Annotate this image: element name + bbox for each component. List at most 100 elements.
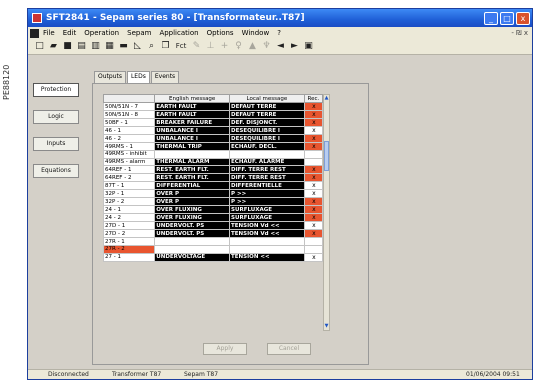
menu-application[interactable]: Application	[159, 29, 198, 37]
rec-checkbox-cell[interactable]: x	[303, 181, 324, 191]
english-message-cell[interactable]: DIFFERENTIAL	[154, 181, 231, 191]
local-message-cell[interactable]: SURFLUXAGE	[229, 205, 305, 215]
english-message-cell[interactable]	[154, 245, 231, 254]
table-row[interactable]: 64REF - 1 REST. EARTH FLT. DIFF. TERRE RES…	[102, 165, 324, 175]
rec-checkbox-cell[interactable]: x	[303, 118, 324, 127]
english-message-cell[interactable]: EARTH FAULT	[154, 110, 231, 119]
arrow-left-icon[interactable]: ◄	[275, 41, 286, 52]
local-message-cell[interactable]: DESEQUILIBRE I	[229, 126, 305, 135]
local-message-cell[interactable]	[229, 237, 305, 247]
english-message-cell[interactable]: THERMAL TRIP	[154, 142, 231, 151]
local-message-cell[interactable]: DIFFERENTIELLE	[229, 181, 305, 191]
english-message-cell[interactable]: UNBALANCE I	[154, 126, 231, 135]
local-message-cell[interactable]: DIFF. TERRE REST	[229, 173, 305, 183]
rec-checkbox-cell[interactable]	[303, 150, 324, 159]
menu-operation[interactable]: Operation	[84, 29, 119, 37]
english-message-cell[interactable]: OVER P	[154, 197, 231, 207]
menu-help[interactable]: ?	[277, 29, 281, 37]
rec-checkbox-cell[interactable]	[303, 245, 324, 254]
open-icon[interactable]: ▰	[48, 41, 59, 52]
table-scrollbar[interactable]: ▲ ▼	[323, 94, 330, 331]
print-icon[interactable]: ▬	[118, 41, 129, 52]
english-message-cell[interactable]: OVER FLUXING	[154, 205, 231, 215]
nav-protection[interactable]: Protection	[33, 83, 79, 97]
local-message-cell[interactable]: SURFLUXAGE	[229, 213, 305, 223]
rec-checkbox-cell[interactable]: x	[303, 229, 324, 239]
function-icon[interactable]: Fct	[174, 41, 188, 52]
nav-equations[interactable]: Equations	[33, 164, 79, 178]
cancel-button[interactable]: Cancel	[267, 343, 311, 355]
local-message-cell[interactable]: P >>	[229, 189, 305, 199]
table-row[interactable]: 49RMS - alarm THERMAL ALARM ECHAUF. ALARME	[102, 157, 324, 167]
english-message-cell[interactable]: OVER FLUXING	[154, 213, 231, 223]
tab-outputs[interactable]: Outputs	[94, 71, 126, 83]
table-row[interactable]: 27R - 1	[102, 237, 324, 247]
local-message-cell[interactable]: ECHAUF. ALARME	[229, 157, 305, 167]
local-message-cell[interactable]: P >>	[229, 197, 305, 207]
english-message-cell[interactable]: REST. EARTH FLT.	[154, 165, 231, 175]
rec-checkbox-cell[interactable]: x	[303, 134, 324, 143]
sepam-send-icon[interactable]: ▦	[104, 41, 115, 52]
rec-checkbox-cell[interactable]: x	[303, 189, 324, 199]
table-row[interactable]: 32P - 1 OVER PP >> x	[102, 189, 324, 199]
local-message-cell[interactable]: TENSION <<	[229, 252, 305, 262]
rec-checkbox-cell[interactable]: x	[303, 110, 324, 119]
table-row[interactable]: 49RMS - inhibit	[102, 150, 324, 159]
english-message-cell[interactable]: REST. EARTH FLT.	[154, 173, 231, 183]
zoom-icon[interactable]: ⌕	[146, 41, 157, 52]
tab-events[interactable]: Events	[150, 71, 180, 83]
report-icon[interactable]: ▣	[303, 41, 314, 52]
english-message-cell[interactable]: OVER P	[154, 189, 231, 199]
local-message-cell[interactable]	[229, 150, 305, 159]
scroll-thumb[interactable]	[324, 141, 329, 171]
table-row[interactable]: 27D - 1 UNDERVOLT. PS TENSION Vd << x	[102, 221, 324, 231]
english-message-cell[interactable]: UNDERVOLT. PS	[154, 221, 231, 231]
table-row[interactable]: 24 - 1 OVER FLUXING SURFLUXAGE x	[102, 205, 324, 215]
local-message-cell[interactable]: ECHAUF. DECL.	[229, 142, 305, 151]
rec-checkbox-cell[interactable]: x	[303, 205, 324, 215]
menu-edit[interactable]: Edit	[63, 29, 77, 37]
rec-checkbox-cell[interactable]: x	[303, 102, 324, 111]
english-message-cell[interactable]	[154, 150, 231, 159]
menu-options[interactable]: Options	[207, 29, 234, 37]
rec-checkbox-cell[interactable]: x	[303, 221, 324, 231]
local-message-cell[interactable]: TENSION Vd <<	[229, 229, 305, 239]
table-row[interactable]: 27R - 2	[102, 245, 324, 254]
table-row[interactable]: 24 - 2 OVER FLUXING SURFLUXAGE x	[102, 213, 324, 223]
english-message-cell[interactable]: UNBALANCE I	[154, 134, 231, 143]
menu-sepam[interactable]: Sepam	[127, 29, 151, 37]
rec-checkbox-cell[interactable]	[303, 157, 324, 167]
rec-checkbox-cell[interactable]: x	[303, 213, 324, 223]
english-message-cell[interactable]: BREAKER FAILURE	[154, 118, 231, 127]
table-row[interactable]: 49RMS - 1 THERMAL TRIP ECHAUF. DECL. x	[102, 142, 324, 151]
table-row[interactable]: 50N/51N - 7 EARTH FAULT DEFAUT TERRE x	[102, 102, 324, 111]
english-message-cell[interactable]	[154, 237, 231, 247]
close-button[interactable]: x	[516, 11, 530, 25]
chart-icon[interactable]: ◺	[132, 41, 143, 52]
local-message-cell[interactable]: TENSION Vd <<	[229, 221, 305, 231]
tab-leds[interactable]: LEDs	[126, 71, 150, 83]
local-message-cell[interactable]: DEFAUT TERRE	[229, 102, 305, 111]
scroll-up-icon[interactable]: ▲	[324, 95, 329, 102]
apply-button[interactable]: Apply	[203, 343, 247, 355]
table-row[interactable]: 46 - 1 UNBALANCE I DESEQUILIBRE Ix	[102, 126, 324, 135]
rec-checkbox-cell[interactable]: x	[303, 165, 324, 175]
table-row[interactable]: 50BF - 1 BREAKER FAILURE DEF. DISJONCT. x	[102, 118, 324, 127]
rec-checkbox-cell[interactable]: x	[303, 126, 324, 135]
copy-icon[interactable]: ❐	[160, 41, 171, 52]
table-row[interactable]: 32P - 2 OVER PP >> x	[102, 197, 324, 207]
nav-logic[interactable]: Logic	[33, 110, 79, 124]
local-message-cell[interactable]: DIFF. TERRE REST	[229, 165, 305, 175]
local-message-cell[interactable]: DESEQUILIBRE I	[229, 134, 305, 143]
document-icon[interactable]	[30, 28, 39, 38]
maximize-button[interactable]: □	[500, 11, 514, 25]
english-message-cell[interactable]: THERMAL ALARM	[154, 157, 231, 167]
rec-checkbox-cell[interactable]: x	[303, 252, 324, 262]
sepam-connect-icon[interactable]: ▤	[76, 41, 87, 52]
table-row[interactable]: 46 - 2 UNBALANCE I DESEQUILIBRE Ix	[102, 134, 324, 143]
table-row[interactable]: 27D - 2 UNDERVOLT. PS TENSION Vd << x	[102, 229, 324, 239]
nav-inputs[interactable]: Inputs	[33, 137, 79, 151]
mdi-controls[interactable]: - ₪ x	[511, 29, 528, 37]
scroll-down-icon[interactable]: ▼	[324, 323, 329, 330]
table-row[interactable]: 87T - 1 DIFFERENTIAL DIFFERENTIELLE x	[102, 181, 324, 191]
